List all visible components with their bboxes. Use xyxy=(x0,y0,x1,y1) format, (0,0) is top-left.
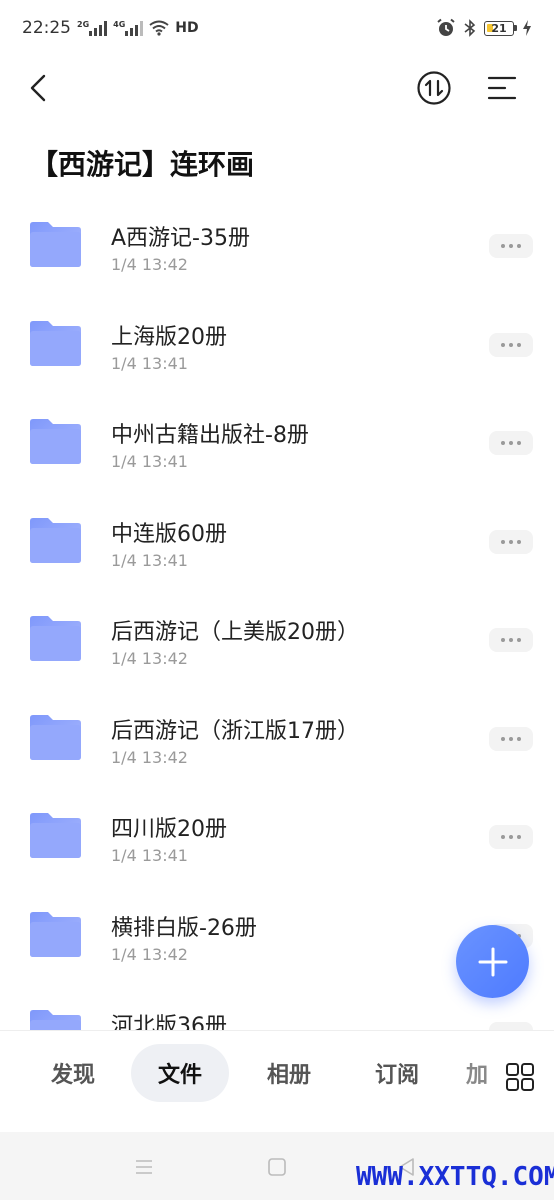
folder-icon xyxy=(30,616,81,661)
folder-name: 四川版20册 xyxy=(111,817,227,842)
tab-albums[interactable]: 相册 xyxy=(246,1044,332,1102)
status-bar: 22:25 2G 4G HD 21 xyxy=(0,0,554,56)
folder-date: 1/4 13:41 xyxy=(111,353,188,373)
grid-icon xyxy=(506,1063,534,1091)
status-right: 21 xyxy=(436,18,532,38)
folder-icon xyxy=(30,714,81,760)
folder-name: 后西游记（上美版20册） xyxy=(111,620,359,645)
square-icon xyxy=(268,1158,286,1176)
chevron-left-icon xyxy=(30,74,46,102)
recent-apps-button[interactable] xyxy=(131,1154,157,1180)
battery-level: 21 xyxy=(491,21,507,35)
folder-name: 中连版60册 xyxy=(111,521,227,547)
folder-row[interactable]: 上海版20册 1/4 13:41 xyxy=(0,295,554,394)
folder-icon xyxy=(30,320,81,366)
folder-icon xyxy=(30,517,81,563)
battery-icon: 21 xyxy=(484,20,517,36)
menu-button[interactable] xyxy=(482,68,522,108)
tab-files[interactable]: 文件 xyxy=(131,1044,229,1102)
more-options-button[interactable] xyxy=(489,1022,533,1030)
bluetooth-icon xyxy=(464,19,476,37)
tab-subscriptions[interactable]: 订阅 xyxy=(354,1044,440,1102)
back-button[interactable] xyxy=(18,68,58,108)
folder-row[interactable]: 中州古籍出版社-8册 1/4 13:41 xyxy=(0,393,554,492)
folder-row[interactable]: 四川版20册 1/4 13:41 xyxy=(0,787,554,886)
hd-badge: HD xyxy=(175,20,199,36)
more-options-button[interactable] xyxy=(489,431,533,455)
top-nav xyxy=(0,56,554,120)
signal-sim1-icon: 2G xyxy=(77,20,108,36)
bottom-tab-bar: 发现 文件 相册 订阅 加 xyxy=(0,1030,554,1132)
file-list[interactable]: A西游记-35册 1/4 13:42 上海版20册 1/4 13:41 中州古籍… xyxy=(0,196,554,1030)
folder-row[interactable]: A西游记-35册 1/4 13:42 xyxy=(0,196,554,295)
more-options-button[interactable] xyxy=(489,825,533,849)
status-time: 22:25 xyxy=(22,18,71,38)
menu-lines-icon xyxy=(136,1160,152,1174)
more-options-button[interactable] xyxy=(489,726,533,751)
more-options-button[interactable] xyxy=(489,234,533,258)
home-button[interactable] xyxy=(264,1154,290,1180)
add-button[interactable] xyxy=(456,925,529,998)
folder-name: 后西游记（浙江版17册） xyxy=(111,718,359,744)
more-options-button[interactable] xyxy=(489,628,533,652)
folder-row[interactable]: 中连版60册 1/4 13:41 xyxy=(0,492,554,591)
folder-row[interactable]: 后西游记（浙江版17册） 1/4 13:42 xyxy=(0,689,554,788)
tab-partial[interactable]: 加 xyxy=(466,1044,490,1102)
folder-row[interactable]: 后西游记（上美版20册） 1/4 13:42 xyxy=(0,590,554,689)
folder-name: 上海版20册 xyxy=(111,324,227,350)
menu-icon xyxy=(487,76,517,100)
signal-sim2-icon: 4G xyxy=(113,20,144,36)
folder-date: 1/4 13:41 xyxy=(111,452,188,471)
folder-name: 河北版36册 xyxy=(111,1014,227,1030)
page-title: 【西游记】连环画 xyxy=(30,148,255,181)
folder-date: 1/4 13:42 xyxy=(111,944,188,964)
folder-name: 中州古籍出版社-8册 xyxy=(111,423,309,448)
folder-icon xyxy=(30,813,81,858)
alarm-icon xyxy=(437,18,455,36)
folder-icon xyxy=(30,1010,81,1030)
folder-date: 1/4 13:42 xyxy=(111,747,188,767)
folder-icon xyxy=(30,419,81,464)
folder-icon xyxy=(30,222,81,267)
watermark-text: WWW.XXTTQ.COM xyxy=(356,1162,554,1192)
sort-button[interactable] xyxy=(414,68,454,108)
plus-icon xyxy=(478,947,507,976)
more-options-button[interactable] xyxy=(489,529,533,554)
all-tabs-button[interactable] xyxy=(500,1057,540,1097)
folder-date: 1/4 13:42 xyxy=(111,255,188,274)
more-options-button[interactable] xyxy=(489,332,533,357)
sort-arrows-icon xyxy=(417,71,451,105)
wifi-icon xyxy=(149,20,169,36)
folder-date: 1/4 13:41 xyxy=(111,550,188,570)
folder-date: 1/4 13:41 xyxy=(111,846,188,865)
tab-discover[interactable]: 发现 xyxy=(30,1044,116,1102)
folder-icon xyxy=(30,911,81,957)
folder-name: 横排白版-26册 xyxy=(111,915,257,941)
status-left: 22:25 2G 4G HD xyxy=(22,18,199,38)
charging-icon xyxy=(523,20,531,36)
folder-date: 1/4 13:42 xyxy=(111,649,188,668)
folder-name: A西游记-35册 xyxy=(111,226,250,251)
